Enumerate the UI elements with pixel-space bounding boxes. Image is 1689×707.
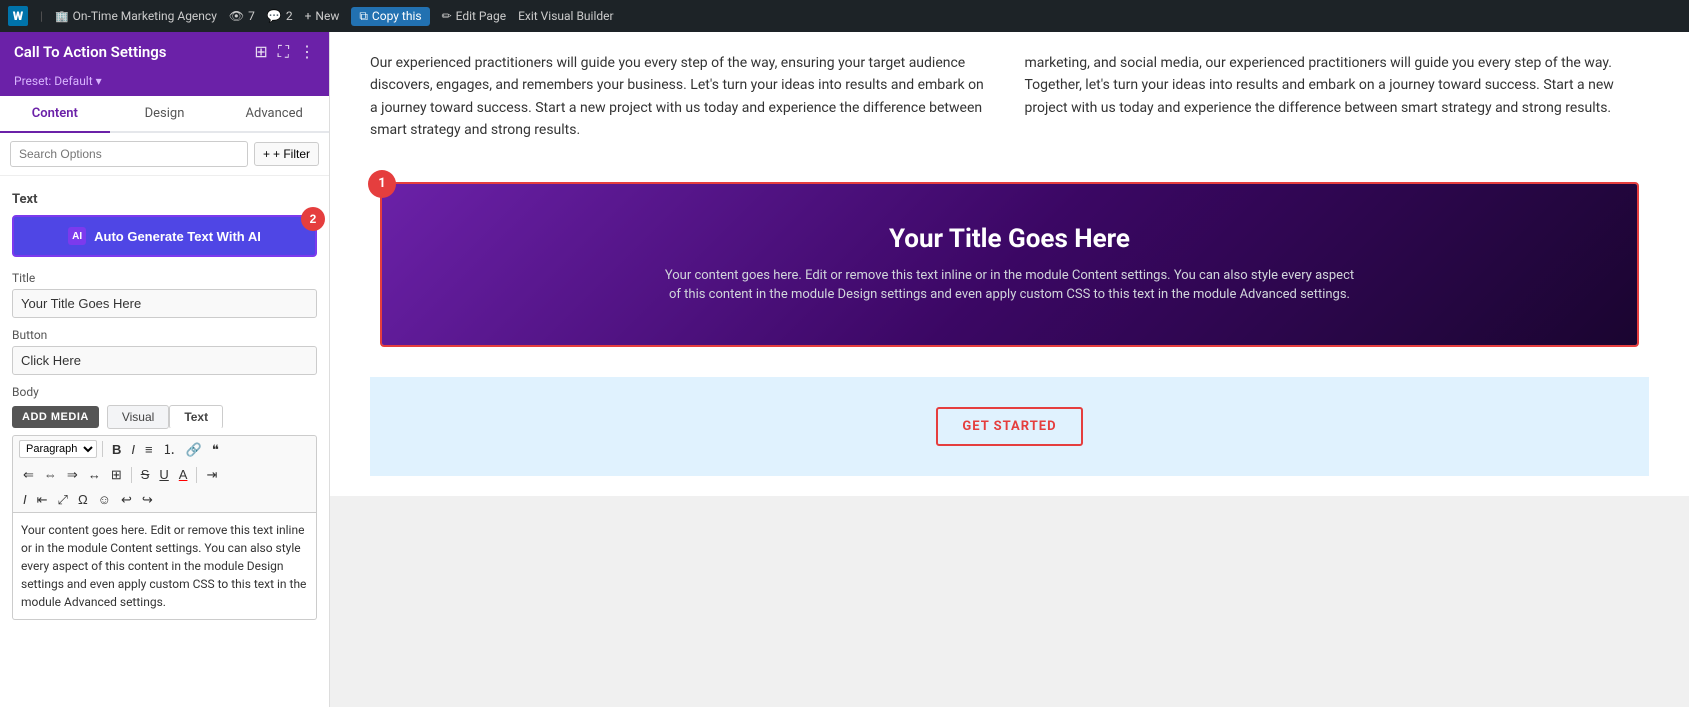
add-media-button[interactable]: ADD MEDIA <box>12 406 99 428</box>
page-content: Our experienced practitioners will guide… <box>330 32 1689 496</box>
expand-button[interactable]: ⤢ <box>54 491 72 508</box>
search-row: + + Filter <box>0 133 329 176</box>
ul-button[interactable]: ≡ <box>141 441 157 458</box>
left-text-column: Our experienced practitioners will guide… <box>370 52 995 142</box>
ol-button[interactable]: ⒈ <box>159 441 180 458</box>
format-bar-2: ⇐ ⇔ ⇒ ↔ ⊞ S U A ⇥ <box>12 462 317 487</box>
emoji-button[interactable]: ☺ <box>94 491 115 508</box>
paragraph-select[interactable]: Paragraph <box>19 440 97 458</box>
underline-button[interactable]: U <box>155 466 172 483</box>
ai-badge: 2 <box>301 207 325 231</box>
cta-badge: 1 <box>368 170 396 198</box>
outdent-button[interactable]: ⇤ <box>33 491 52 508</box>
plus-icon: + <box>305 9 312 23</box>
cta-module[interactable]: Your Title Goes Here Your content goes h… <box>380 182 1639 347</box>
exit-builder-button[interactable]: Exit Visual Builder <box>518 9 614 23</box>
sidebar-preset[interactable]: Preset: Default ▾ <box>0 72 329 96</box>
link-button[interactable]: 🔗 <box>182 441 206 458</box>
edit-page-button[interactable]: ✏ Edit Page <box>442 9 507 23</box>
tab-design[interactable]: Design <box>110 96 220 133</box>
right-text-column: marketing, and social media, our experie… <box>1025 52 1650 142</box>
visual-tab[interactable]: Visual <box>107 405 169 429</box>
bold-button[interactable]: B <box>108 441 125 458</box>
right-column-text: marketing, and social media, our experie… <box>1025 52 1650 119</box>
redo-button[interactable]: ↪ <box>138 491 157 508</box>
new-button[interactable]: + New <box>305 9 340 23</box>
table-button[interactable]: ⊞ <box>107 466 126 483</box>
undo-button[interactable]: ↩ <box>117 491 136 508</box>
align-left-button[interactable]: ⇐ <box>19 466 38 483</box>
align-justify-button[interactable]: ↔ <box>84 466 105 483</box>
filter-button[interactable]: + + Filter <box>254 142 319 166</box>
left-column-text: Our experienced practitioners will guide… <box>370 52 995 142</box>
title-input[interactable] <box>12 289 317 318</box>
copy-button[interactable]: ⧉ Copy this <box>351 7 429 26</box>
sidebar-title: Call To Action Settings <box>14 43 167 61</box>
italic2-button[interactable]: I <box>19 491 31 508</box>
edit-icon: ✏ <box>442 9 452 23</box>
bottom-cta-button[interactable]: GET STARTED <box>936 407 1082 446</box>
eye-count[interactable]: 👁 7 <box>229 9 255 23</box>
quote-button[interactable]: ❝ <box>208 441 223 458</box>
format-bar-1: Paragraph B I ≡ ⒈ 🔗 ❝ <box>12 435 317 462</box>
content-area: Our experienced practitioners will guide… <box>330 32 1689 707</box>
indent-button[interactable]: ⇥ <box>202 466 221 483</box>
button-input[interactable] <box>12 346 317 375</box>
text-section-label: Text <box>12 192 317 207</box>
sidebar-header-icons: ⊞ ⛶ ⋮ <box>254 42 315 62</box>
text-columns: Our experienced practitioners will guide… <box>370 52 1649 142</box>
ai-icon: AI <box>68 227 86 245</box>
agency-name[interactable]: 🏢 On-Time Marketing Agency <box>55 9 217 23</box>
strikethrough-button[interactable]: S <box>137 466 154 483</box>
sidebar-content: Text AI Auto Generate Text With AI 2 Tit… <box>0 176 329 707</box>
title-label: Title <box>12 271 317 285</box>
align-center-button[interactable]: ⇔ <box>40 466 61 483</box>
comment-icon: 💬 <box>267 9 282 23</box>
cta-module-wrapper: 1 Your Title Goes Here Your content goes… <box>370 172 1649 357</box>
expand-icon[interactable]: ⛶ <box>278 42 289 62</box>
sidebar-tabs: Content Design Advanced <box>0 96 329 133</box>
ai-generate-button[interactable]: AI Auto Generate Text With AI 2 <box>12 215 317 257</box>
admin-bar: W | 🏢 On-Time Marketing Agency 👁 7 💬 2 +… <box>0 0 1689 32</box>
comment-count[interactable]: 💬 2 <box>267 9 293 23</box>
bottom-cta-section: GET STARTED <box>370 377 1649 476</box>
sidebar-header: Call To Action Settings ⊞ ⛶ ⋮ <box>0 32 329 72</box>
search-input[interactable] <box>10 141 248 167</box>
color-button[interactable]: A <box>175 466 192 483</box>
button-label: Button <box>12 328 317 342</box>
text-tab[interactable]: Text <box>169 405 223 429</box>
omega-button[interactable]: Ω <box>74 491 92 508</box>
align-right-button[interactable]: ⇒ <box>63 466 82 483</box>
kebab-icon[interactable]: ⋮ <box>299 42 315 62</box>
body-label: Body <box>12 385 317 399</box>
eye-icon: 👁 <box>229 9 244 23</box>
tab-content[interactable]: Content <box>0 96 110 133</box>
tab-advanced[interactable]: Advanced <box>219 96 329 133</box>
agency-icon: 🏢 <box>55 10 69 23</box>
copy-icon: ⧉ <box>359 9 368 24</box>
italic-button[interactable]: I <box>127 441 139 458</box>
cta-body: Your content goes here. Edit or remove t… <box>660 266 1360 305</box>
filter-icon: + <box>263 147 270 161</box>
sidebar: Call To Action Settings ⊞ ⛶ ⋮ Preset: De… <box>0 32 330 707</box>
body-text-area[interactable]: Your content goes here. Edit or remove t… <box>12 513 317 620</box>
cta-title: Your Title Goes Here <box>889 224 1130 254</box>
duplicate-icon[interactable]: ⊞ <box>254 42 267 62</box>
format-bar-3: I ⇤ ⤢ Ω ☺ ↩ ↪ <box>12 487 317 513</box>
wp-logo-icon[interactable]: W <box>8 6 28 26</box>
cta-inner: Your Title Goes Here Your content goes h… <box>382 184 1637 345</box>
